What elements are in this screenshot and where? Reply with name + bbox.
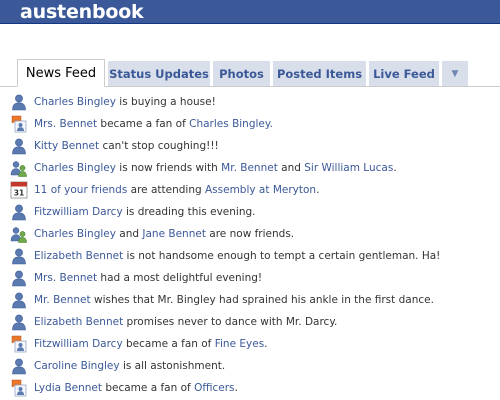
story-text: Mr. Bennet wishes that Mr. Bingley had s…	[34, 293, 434, 307]
story-link[interactable]: Sir William Lucas	[304, 162, 393, 174]
story-text: Elizabeth Bennet promises never to dance…	[34, 315, 337, 329]
story-text: Fitzwilliam Darcy became a fan of Fine E…	[34, 337, 268, 351]
person-icon[interactable]	[10, 247, 28, 265]
feed-story-row: Charles Bingley is buying a house!	[10, 91, 490, 113]
story-fragment: became a fan of	[122, 338, 215, 350]
feed-story-row: Fitzwilliam Darcy is dreading this eveni…	[10, 201, 490, 223]
tab-live-feed[interactable]: Live Feed	[369, 61, 439, 86]
tab-photos[interactable]: Photos	[213, 61, 270, 86]
feed-story-row: Charles Bingley is now friends with Mr. …	[10, 157, 490, 179]
person-icon[interactable]	[10, 313, 28, 331]
story-link[interactable]: Fitzwilliam Darcy	[34, 338, 123, 350]
story-link[interactable]: Officers	[194, 382, 234, 394]
tab-posted-items[interactable]: Posted Items	[273, 61, 366, 86]
story-link[interactable]: Caroline Bingley	[34, 360, 120, 372]
tab-news-feed[interactable]: News Feed	[17, 59, 105, 87]
story-text: Kitty Bennet can't stop coughing!!!	[34, 139, 219, 153]
story-text: Charles Bingley is now friends with Mr. …	[34, 161, 397, 175]
top-bar: austenbook	[0, 0, 500, 24]
story-text: Caroline Bingley is all astonishment.	[34, 359, 225, 373]
story-link[interactable]: Elizabeth Bennet	[34, 316, 123, 328]
svg-text:31: 31	[14, 189, 24, 198]
friends-icon[interactable]	[10, 225, 28, 243]
tab-label: News Feed	[25, 65, 97, 81]
story-fragment: had a most delightful evening!	[97, 272, 263, 284]
feed-story-row: Fitzwilliam Darcy became a fan of Fine E…	[10, 333, 490, 355]
story-fragment: promises never to dance with Mr. Darcy.	[123, 316, 338, 328]
story-link[interactable]: Jane Bennet	[142, 228, 206, 240]
story-link[interactable]: Mrs. Bennet	[34, 118, 97, 130]
story-fragment: wishes that Mr. Bingley had sprained his…	[90, 294, 434, 306]
story-fragment: and	[115, 228, 143, 240]
story-text: Mrs. Bennet had a most delightful evenin…	[34, 271, 262, 285]
person-icon[interactable]	[10, 137, 28, 155]
story-fragment: is not handsome enough to tempt a certai…	[123, 250, 441, 262]
story-link[interactable]: Fitzwilliam Darcy	[34, 206, 123, 218]
story-text: Mrs. Bennet became a fan of Charles Bing…	[34, 117, 273, 131]
story-link[interactable]: Charles Bingley	[34, 96, 116, 108]
feed-story-row: Mr. Bennet wishes that Mr. Bingley had s…	[10, 289, 490, 311]
tab-label: Posted Items	[276, 67, 363, 81]
story-link[interactable]: Charles Bingley	[34, 228, 116, 240]
story-fragment: became a fan of	[102, 382, 195, 394]
story-fragment: are now friends.	[205, 228, 295, 240]
tab-label: Photos	[219, 67, 264, 81]
person-icon[interactable]	[10, 93, 28, 111]
tab-more-dropdown[interactable]: ▼	[442, 61, 468, 86]
fan-page-icon[interactable]	[10, 335, 28, 353]
person-icon[interactable]	[10, 203, 28, 221]
feed-story-row: Elizabeth Bennet promises never to dance…	[10, 311, 490, 333]
tab-status-updates[interactable]: Status Updates	[108, 61, 210, 86]
story-fragment: is now friends with	[115, 162, 222, 174]
story-link[interactable]: Mrs. Bennet	[34, 272, 97, 284]
story-fragment: .	[234, 382, 238, 394]
story-fragment: is buying a house!	[115, 96, 216, 108]
story-link[interactable]: Lydia Bennet	[34, 382, 102, 394]
story-text: Charles Bingley is buying a house!	[34, 95, 216, 109]
story-fragment: is all astonishment.	[119, 360, 226, 372]
feed-story-row: Mrs. Bennet had a most delightful evenin…	[10, 267, 490, 289]
story-link[interactable]: 11 of your friends	[34, 184, 127, 196]
story-fragment: .	[316, 184, 320, 196]
story-link[interactable]: Assembly at Meryton	[205, 184, 316, 196]
story-text: Lydia Bennet became a fan of Officers.	[34, 381, 238, 395]
story-link[interactable]: Fine Eyes	[215, 338, 264, 350]
feed-story-row: Caroline Bingley is all astonishment.	[10, 355, 490, 377]
story-link[interactable]: Charles Bingley.	[189, 118, 273, 130]
fan-page-icon[interactable]	[10, 379, 28, 397]
story-fragment: .	[393, 162, 397, 174]
tab-label: Status Updates	[109, 67, 209, 81]
story-link[interactable]: Mr. Bennet	[34, 294, 91, 306]
person-icon[interactable]	[10, 291, 28, 309]
feed-story-row: Charles Bingley and Jane Bennet are now …	[10, 223, 490, 245]
tab-label: Live Feed	[373, 67, 435, 81]
story-link[interactable]: Elizabeth Bennet	[34, 250, 123, 262]
person-icon[interactable]	[10, 357, 28, 375]
story-fragment: can't stop coughing!!!	[99, 140, 219, 152]
story-link[interactable]: Mr. Bennet	[221, 162, 278, 174]
chevron-down-icon: ▼	[451, 69, 459, 79]
story-link[interactable]: Charles Bingley	[34, 162, 116, 174]
story-text: 11 of your friends are attending Assembl…	[34, 183, 319, 197]
story-fragment: is dreading this evening.	[122, 206, 256, 218]
feed-story-row: Kitty Bennet can't stop coughing!!!	[10, 135, 490, 157]
story-text: Elizabeth Bennet is not handsome enough …	[34, 249, 440, 263]
feed-story-row: Elizabeth Bennet is not handsome enough …	[10, 245, 490, 267]
calendar-icon[interactable]: 31	[10, 181, 28, 199]
person-icon[interactable]	[10, 269, 28, 287]
story-text: Fitzwilliam Darcy is dreading this eveni…	[34, 205, 255, 219]
friends-icon[interactable]	[10, 159, 28, 177]
story-fragment: .	[264, 338, 268, 350]
story-text: Charles Bingley and Jane Bennet are now …	[34, 227, 294, 241]
feed-story-row: 31 11 of your friends are attending Assem…	[10, 179, 490, 201]
story-link[interactable]: Kitty Bennet	[34, 140, 99, 152]
feed-story-row: Mrs. Bennet became a fan of Charles Bing…	[10, 113, 490, 135]
story-fragment: became a fan of	[97, 118, 190, 130]
story-fragment: and	[277, 162, 305, 174]
fan-page-icon[interactable]	[10, 115, 28, 133]
logo[interactable]: austenbook	[20, 1, 144, 23]
feed-story-row: Lydia Bennet became a fan of Officers.	[10, 377, 490, 399]
story-fragment: are attending	[127, 184, 205, 196]
